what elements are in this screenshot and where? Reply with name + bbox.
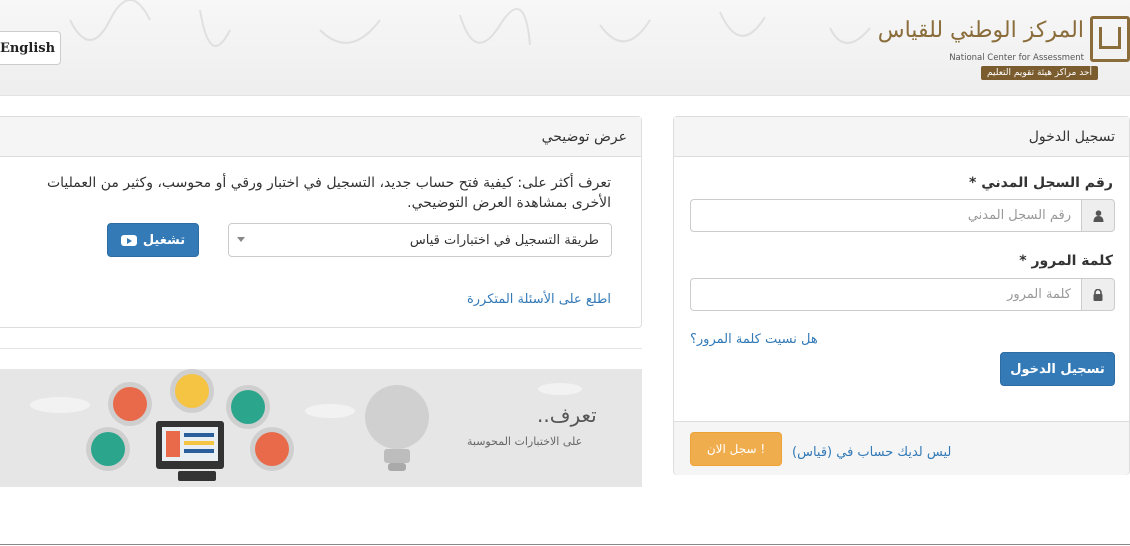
id-number-input[interactable]: رقم السجل المدني — [690, 199, 1081, 232]
faq-link[interactable]: اطلع على الأسئلة المتكررة — [467, 292, 611, 307]
forgot-password-link[interactable]: هل نسيت كلمة المرور؟ — [690, 332, 818, 347]
logo[interactable]: المركز الوطني للقياس National Center for… — [878, 8, 1130, 84]
demo-topic-select[interactable]: طريقة التسجيل في اختبارات قياس — [228, 223, 612, 257]
lock-icon — [1081, 278, 1115, 311]
qiyas-logo-mark-icon — [1090, 16, 1130, 62]
login-panel: تسجيل الدخول رقم السجل المدني * رقم السج… — [673, 116, 1130, 475]
demo-panel: عرض توضيحي تعرف أكثر على: كيفية فتح حساب… — [0, 116, 642, 328]
user-icon — [1081, 199, 1115, 232]
password-input[interactable]: كلمة المرور — [690, 278, 1081, 311]
id-number-label: رقم السجل المدني * — [969, 175, 1113, 191]
logo-subtitle: أحد مراكز هيئة تقويم التعليم — [981, 66, 1098, 80]
logo-english-name: National Center for Assessment — [949, 53, 1084, 63]
caret-down-icon — [237, 237, 245, 242]
play-demo-button[interactable]: تشغيل — [107, 223, 199, 257]
play-demo-label: تشغيل — [142, 232, 186, 248]
logo-arabic-name: المركز الوطني للقياس — [877, 18, 1084, 43]
site-header: English المركز الوطني للقياس National Ce… — [0, 0, 1130, 96]
no-account-text: ليس لديك حساب في (قياس) — [792, 445, 952, 460]
demo-description: تعرف أكثر على: كيفية فتح حساب جديد، التس… — [46, 175, 611, 211]
footer-divider — [0, 544, 1130, 545]
section-divider — [0, 348, 642, 349]
password-group: كلمة المرور — [690, 278, 1115, 311]
demo-panel-title: عرض توضيحي — [0, 117, 641, 157]
banner-subtitle: على الاختبارات المحوسبة — [467, 435, 583, 448]
password-label: كلمة المرور * — [1019, 253, 1113, 269]
lightbulb-icon — [365, 385, 429, 471]
demo-topic-selected: طريقة التسجيل في اختبارات قياس — [409, 232, 599, 248]
banner-illustration — [30, 369, 582, 481]
register-now-button[interactable]: سجل الان ! — [690, 432, 782, 466]
play-icon — [120, 234, 137, 246]
banner-title: تعرف.. — [537, 403, 597, 427]
english-language-button[interactable]: English — [0, 31, 61, 65]
id-number-group: رقم السجل المدني — [690, 199, 1115, 232]
login-panel-title: تسجيل الدخول — [674, 117, 1129, 157]
login-button[interactable]: تسجيل الدخول — [1000, 352, 1115, 386]
login-footer: ليس لديك حساب في (قياس) سجل الان ! — [674, 421, 1129, 475]
education-icons — [86, 369, 294, 481]
computerized-tests-banner[interactable]: تعرف.. على الاختبارات المحوسبة — [0, 369, 642, 487]
